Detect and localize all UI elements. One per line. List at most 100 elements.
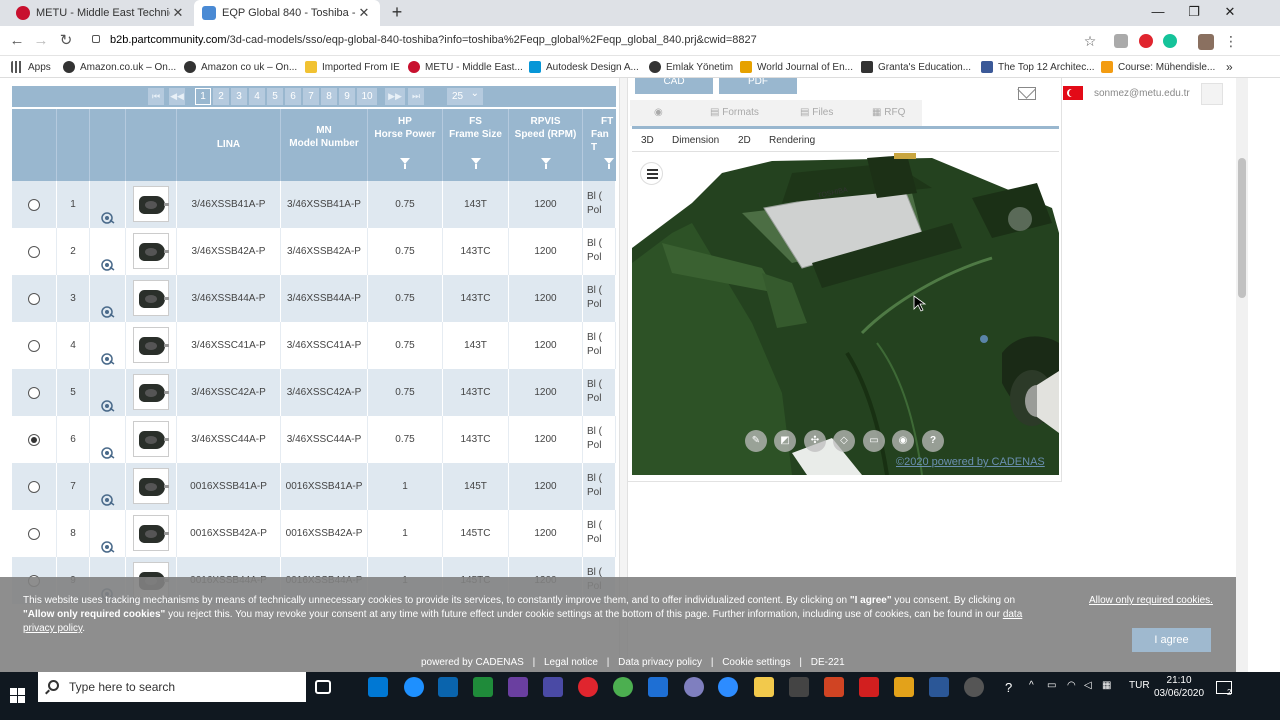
- chrome-icon[interactable]: [613, 677, 633, 697]
- bookmark-amazon-2[interactable]: Amazon co uk – On...: [184, 59, 297, 75]
- footer-cookie-settings[interactable]: Cookie settings: [722, 657, 790, 668]
- page-button-2[interactable]: 2: [213, 88, 229, 105]
- table-row[interactable]: 8 0016XSSB42A-P 0016XSSB42A-P 1 145TC 1200 Bl …: [12, 510, 616, 557]
- 3d-preview-icon[interactable]: [101, 198, 115, 224]
- prev-page-button[interactable]: ◀◀: [169, 88, 185, 105]
- bookmark-autodesk[interactable]: Autodesk Design A...: [529, 59, 639, 75]
- app-icon[interactable]: [684, 677, 704, 697]
- footer-privacy[interactable]: Data privacy policy: [618, 657, 702, 668]
- table-row[interactable]: 1 3/46XSSB41A-P 3/46XSSB41A-P 0.75 143T 1200 B…: [12, 181, 616, 228]
- header-lina[interactable]: LINA: [177, 109, 281, 181]
- store-icon[interactable]: [368, 677, 388, 697]
- render-mode-icon[interactable]: ◉: [892, 430, 914, 452]
- row-radio-button[interactable]: [28, 434, 40, 446]
- filter-icon[interactable]: [470, 158, 481, 169]
- table-row[interactable]: 6 3/46XSSC44A-P 3/46XSSC44A-P 0.75 143TC 1200…: [12, 416, 616, 463]
- page-button-4[interactable]: 4: [249, 88, 265, 105]
- app-icon[interactable]: [894, 677, 914, 697]
- eye-icon[interactable]: ◉: [654, 100, 663, 126]
- help-icon[interactable]: ?: [922, 430, 944, 452]
- forward-icon[interactable]: →: [32, 32, 50, 50]
- cadenas-credit-link[interactable]: ©2020 powered by CADENAS: [896, 456, 1045, 468]
- acrobat-icon[interactable]: [859, 677, 879, 697]
- close-tab-icon[interactable]: ✕: [170, 5, 186, 21]
- next-page-button[interactable]: ▶▶: [385, 88, 405, 105]
- first-page-button[interactable]: ⏮: [148, 88, 164, 105]
- edge-icon[interactable]: [404, 677, 424, 697]
- bookmark-star-icon[interactable]: ☆: [1081, 32, 1099, 50]
- tab-rendering[interactable]: Rendering: [769, 135, 815, 146]
- motor-thumbnail[interactable]: [133, 233, 169, 269]
- more-bookmarks-button[interactable]: »: [1226, 59, 1233, 75]
- powerpoint-icon[interactable]: [824, 677, 844, 697]
- filter-icon[interactable]: [400, 158, 410, 169]
- reload-icon[interactable]: ↻: [57, 32, 75, 50]
- bookmark-imported-ie[interactable]: Imported From IE: [305, 59, 400, 75]
- keyboard-icon[interactable]: ▦: [1102, 680, 1111, 691]
- row-radio-button[interactable]: [28, 387, 40, 399]
- 3d-preview-icon[interactable]: [101, 433, 115, 459]
- app-icon[interactable]: [543, 677, 563, 697]
- table-row[interactable]: 7 0016XSSB41A-P 0016XSSB41A-P 1 145T 1200 Bl (…: [12, 463, 616, 510]
- motor-thumbnail[interactable]: [133, 468, 169, 504]
- header-mn[interactable]: MN Model Number: [281, 109, 368, 181]
- browser-menu-icon[interactable]: ⋮: [1222, 32, 1240, 50]
- view-cube-icon[interactable]: ◇: [833, 430, 855, 452]
- 3d-preview-icon[interactable]: [101, 480, 115, 506]
- app-icon[interactable]: [508, 677, 528, 697]
- 3d-preview-icon[interactable]: [101, 527, 115, 553]
- explode-tool-icon[interactable]: ✣: [804, 430, 826, 452]
- app-icon[interactable]: [473, 677, 493, 697]
- filter-icon[interactable]: [604, 158, 614, 169]
- back-icon[interactable]: ←: [8, 32, 26, 50]
- row-radio-button[interactable]: [28, 481, 40, 493]
- header-rpvis[interactable]: RPVIS Speed (RPM): [509, 109, 583, 181]
- motor-thumbnail[interactable]: [133, 374, 169, 410]
- bookmark-apps[interactable]: Apps: [11, 59, 51, 75]
- per-page-select[interactable]: 25 ⌄: [447, 88, 483, 105]
- table-row[interactable]: 5 3/46XSSC42A-P 3/46XSSC42A-P 0.75 143TC 1200…: [12, 369, 616, 416]
- clock[interactable]: 21:10 03/06/2020: [1154, 674, 1204, 700]
- model-tree-menu-icon[interactable]: [640, 162, 663, 185]
- motor-thumbnail[interactable]: [133, 186, 169, 222]
- page-button-3[interactable]: 3: [231, 88, 247, 105]
- file-explorer-icon[interactable]: [754, 677, 774, 697]
- page-button-9[interactable]: 9: [339, 88, 355, 105]
- section-tool-icon[interactable]: ◩: [774, 430, 796, 452]
- calculator-icon[interactable]: [789, 677, 809, 697]
- show-hidden-icons-icon[interactable]: ^: [1029, 680, 1034, 691]
- tab-dimension[interactable]: Dimension: [672, 135, 719, 146]
- bookmark-top12[interactable]: The Top 12 Architec...: [981, 59, 1095, 75]
- close-tab-icon[interactable]: ✕: [356, 5, 372, 21]
- motor-model-render[interactable]: TOSHIBA: [632, 153, 1059, 475]
- wireframe-tool-icon[interactable]: ▭: [863, 430, 885, 452]
- page-button-7[interactable]: 7: [303, 88, 319, 105]
- user-email[interactable]: sonmez@metu.edu.tr: [1094, 88, 1190, 99]
- app-icon[interactable]: [964, 677, 984, 697]
- battery-icon[interactable]: ▭: [1047, 680, 1056, 691]
- 3d-preview-icon[interactable]: [101, 339, 115, 365]
- wifi-icon[interactable]: ◠: [1067, 680, 1076, 691]
- cad-download-button[interactable]: CAD: [635, 78, 713, 94]
- row-radio-button[interactable]: [28, 528, 40, 540]
- row-radio-button[interactable]: [28, 246, 40, 258]
- tab-files[interactable]: ▤ Files: [800, 100, 833, 126]
- filter-icon[interactable]: [540, 158, 551, 169]
- i-agree-button[interactable]: I agree: [1132, 628, 1211, 652]
- grammarly-extension-icon[interactable]: [1163, 34, 1177, 48]
- new-tab-button[interactable]: +: [387, 2, 407, 22]
- tab-2d[interactable]: 2D: [738, 135, 751, 146]
- mail-icon[interactable]: [1018, 87, 1036, 100]
- app-icon[interactable]: [718, 677, 738, 697]
- pdf-extension-icon[interactable]: [1114, 34, 1128, 48]
- 3d-preview-icon[interactable]: [101, 292, 115, 318]
- mail-app-icon[interactable]: [438, 677, 458, 697]
- volume-icon[interactable]: ◁: [1084, 680, 1092, 691]
- page-button-1[interactable]: 1: [195, 88, 211, 105]
- row-radio-button[interactable]: [28, 340, 40, 352]
- bookmark-world-journal[interactable]: World Journal of En...: [740, 59, 853, 75]
- bookmark-amazon-1[interactable]: Amazon.co.uk – On...: [63, 59, 176, 75]
- pdf-download-button[interactable]: PDF: [719, 78, 797, 94]
- close-window-button[interactable]: ✕: [1212, 0, 1248, 26]
- tab-metu[interactable]: METU - Middle East Technical Ur ✕: [8, 0, 194, 26]
